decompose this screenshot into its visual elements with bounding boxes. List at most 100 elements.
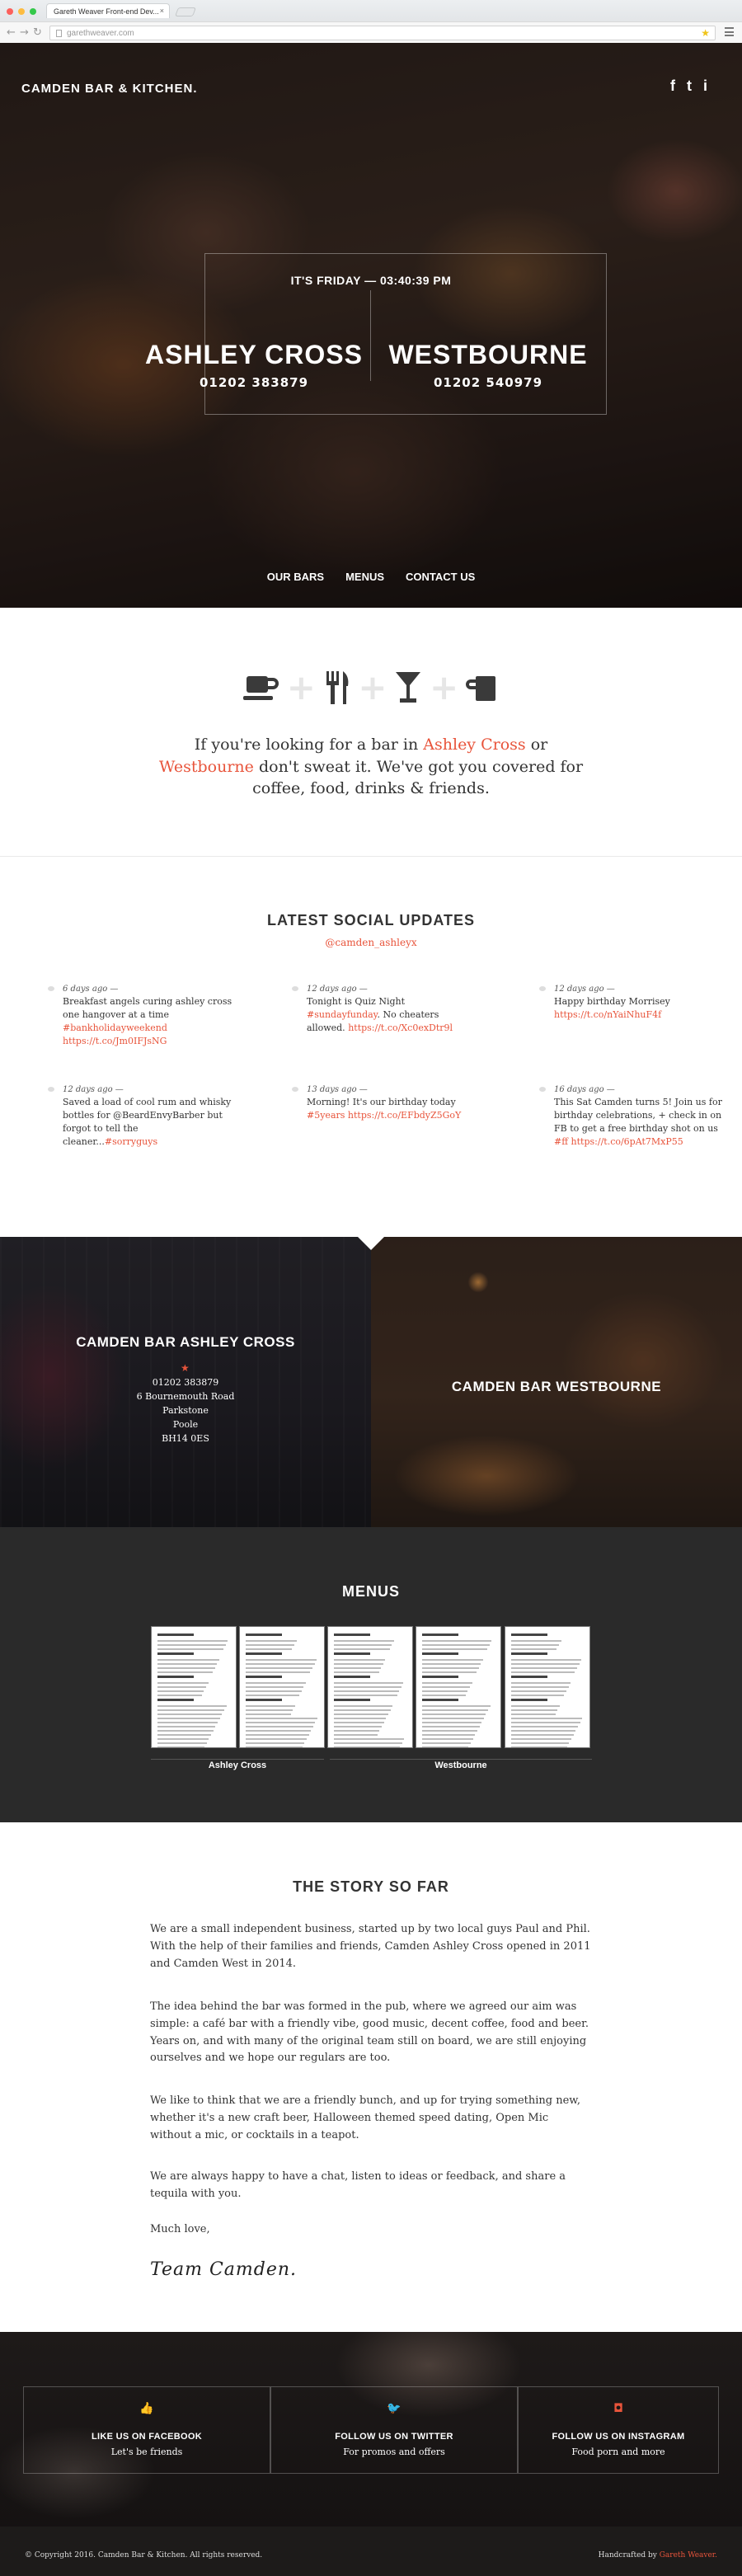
location-westbourne[interactable]: WESTBOURNE 01202 540979 (364, 340, 612, 390)
browser-toolbar: ← → ↻ garethweaver.com ★ (0, 21, 742, 43)
bars-section: CAMDEN BAR ASHLEY CROSS ★ 01202 383879 6… (0, 1237, 742, 1527)
instagram-icon[interactable]: i (703, 78, 707, 95)
location-phone[interactable]: 01202 383879 (130, 375, 378, 390)
story-paragraph: We are always happy to have a chat, list… (150, 2170, 566, 2200)
menu-group-westbourne: Westbourne (434, 1760, 487, 1770)
tweet-link[interactable]: #ff (554, 1136, 568, 1147)
menu-thumbnail[interactable] (327, 1626, 413, 1748)
back-icon[interactable]: ← (7, 26, 16, 39)
social-updates-title: LATEST SOCIAL UPDATES (266, 912, 475, 928)
credit-link[interactable]: Gareth Weaver. (660, 2551, 717, 2560)
section-divider (0, 856, 742, 857)
credit-prefix: Handcrafted by (598, 2551, 660, 2560)
tweet-text-part: Happy birthday Morrisey (554, 996, 670, 1007)
address-line: BH14 0ES (162, 1433, 209, 1445)
brand-logo[interactable]: CAMDEN BAR & KITCHEN. (21, 82, 198, 96)
follow-heading: FOLLOW US ON TWITTER (335, 2432, 453, 2442)
follow-section: 👍 LIKE US ON FACEBOOK Let's be friends 🐦… (0, 2332, 742, 2527)
story-paragraph: The idea behind the bar was formed in th… (150, 2000, 589, 2065)
ashley-cross-title: CAMDEN BAR ASHLEY CROSS (76, 1334, 295, 1350)
tweet-link[interactable]: #5years (307, 1110, 345, 1121)
ashley-cross-panel[interactable]: CAMDEN BAR ASHLEY CROSS ★ 01202 383879 6… (0, 1237, 371, 1527)
menu-thumbnail[interactable] (505, 1626, 590, 1748)
intro-text-part: or (525, 736, 548, 754)
address-line: 6 Bournemouth Road (136, 1391, 235, 1403)
maximize-window-button[interactable] (30, 8, 36, 15)
location-ashley-cross[interactable]: ASHLEY CROSS 01202 383879 (130, 340, 378, 390)
new-tab-button[interactable] (174, 7, 197, 16)
menu-thumbnail[interactable] (416, 1626, 501, 1748)
menu-thumbnail[interactable] (239, 1626, 325, 1748)
tweet-link[interactable]: https://t.co/6pAt7MxP55 (571, 1136, 683, 1147)
cutlery-icon (326, 671, 349, 704)
close-window-button[interactable] (7, 8, 13, 15)
story-paragraph: We like to think that we are a friendly … (150, 2094, 581, 2141)
tweet-bird-icon (539, 1087, 546, 1092)
tweet-link[interactable]: https://t.co/EFbdyZ5GoY (348, 1110, 461, 1121)
twitter-box[interactable]: 🐦 FOLLOW US ON TWITTER For promos and of… (270, 2386, 518, 2474)
menus-section: MENUS Ashley Cross Westbourne (0, 1527, 742, 1822)
signature: Team Camden. (150, 2259, 298, 2280)
tweet: 16 days ago — This Sat Camden turns 5! Jo… (539, 1085, 727, 1149)
ashley-cross-address: 01202 383879 6 Bournemouth Road Parkston… (0, 1375, 371, 1445)
westbourne-panel[interactable]: CAMDEN BAR WESTBOURNE (371, 1237, 742, 1527)
nav-menus[interactable]: MENUS (345, 571, 384, 583)
follow-subtitle: Let's be friends (110, 2447, 183, 2457)
follow-subtitle: Food porn and more (571, 2447, 665, 2457)
tweet: 12 days ago — Happy birthday Morrisey htt… (539, 985, 727, 1022)
menu-thumbnail[interactable] (151, 1626, 237, 1748)
thumbs-up-icon: 👍 (139, 2402, 154, 2415)
tweet-link[interactable]: #sorryguys (105, 1136, 157, 1147)
tweet-link[interactable]: https://t.co/Jm0IFJsNG (63, 1036, 167, 1046)
browser-chrome: Gareth Weaver Front-end Dev... × ← → ↻ g… (0, 0, 742, 43)
twitter-handle[interactable]: @camden_ashleyx (0, 937, 742, 948)
mug-icon (465, 676, 495, 701)
facebook-icon[interactable]: f (670, 78, 675, 95)
minimize-window-button[interactable] (18, 8, 25, 15)
tweet-text-part: This Sat Camden turns 5! Join us for bir… (554, 1097, 722, 1134)
browser-menu-icon[interactable] (725, 27, 734, 36)
tweet-link[interactable]: #sundayfunday (307, 1009, 377, 1020)
star-icon[interactable]: ★ (701, 27, 710, 39)
twitter-icon: 🐦 (387, 2402, 402, 2415)
instagram-icon: ◘ (613, 2402, 623, 2415)
tweet-bird-icon (292, 1087, 298, 1092)
tweet-link[interactable]: #bankholidayweekend (63, 1022, 167, 1033)
tweet-link[interactable]: https://t.co/nYaiNhuF4f (554, 1009, 661, 1020)
westbourne-link[interactable]: Westbourne (159, 758, 254, 776)
forward-icon[interactable]: → (20, 26, 29, 39)
offerings-icons: + + + (243, 670, 499, 706)
tweet-text-part: Tonight is Quiz Night (307, 996, 406, 1007)
story-paragraph: Much love, (150, 2223, 210, 2235)
westbourne-title: CAMDEN BAR WESTBOURNE (451, 1379, 662, 1394)
tweet-bird-icon (48, 986, 54, 991)
ashley-cross-link[interactable]: Ashley Cross (423, 736, 525, 754)
menus-title: MENUS (341, 1583, 400, 1600)
tweet-time: 16 days ago — (554, 1085, 615, 1094)
credit: Handcrafted by Gareth Weaver. (599, 2551, 717, 2560)
nav-our-bars[interactable]: OUR BARS (267, 571, 324, 583)
tweet-time: 6 days ago — (63, 985, 119, 994)
tweet-text: Happy birthday Morrisey https://t.co/nYa… (554, 995, 727, 1022)
tweet-link[interactable]: https://t.co/Xc0exDtr9l (348, 1022, 453, 1033)
tweet: 13 days ago — Morning! It's our birthday … (292, 1085, 480, 1122)
tweet: 12 days ago — Tonight is Quiz Night #sund… (292, 985, 480, 1035)
page-icon (56, 30, 62, 37)
twitter-icon[interactable]: t (687, 78, 692, 95)
location-phone[interactable]: 01202 540979 (364, 375, 612, 390)
tab-close-icon[interactable]: × (160, 7, 164, 15)
reload-icon[interactable]: ↻ (33, 26, 42, 39)
intro-text-part: If you're looking for a bar in (194, 736, 424, 754)
tab-title: Gareth Weaver Front-end Dev... (54, 7, 159, 16)
nav-contact-us[interactable]: CONTACT US (406, 571, 475, 583)
address-line: 01202 383879 (152, 1377, 219, 1388)
facebook-box[interactable]: 👍 LIKE US ON FACEBOOK Let's be friends (23, 2386, 270, 2474)
tweet-text: Breakfast angels curing ashley cross one… (63, 995, 236, 1048)
address-bar[interactable]: garethweaver.com ★ (49, 26, 716, 40)
copyright: © Copyright 2016. Camden Bar & Kitchen. … (25, 2551, 263, 2560)
menu-group-rule (330, 1759, 592, 1760)
browser-tab[interactable]: Gareth Weaver Front-end Dev... × (46, 3, 170, 18)
current-time: IT'S FRIDAY — 03:40:39 PM (290, 274, 452, 287)
plus-icon: + (430, 667, 459, 707)
instagram-box[interactable]: ◘ FOLLOW US ON INSTAGRAM Food porn and m… (518, 2386, 719, 2474)
